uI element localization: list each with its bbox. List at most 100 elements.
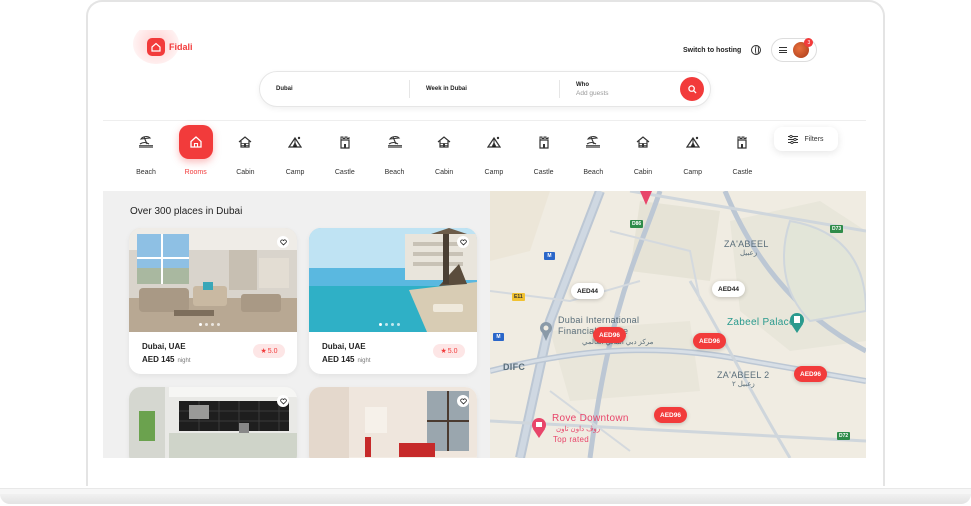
home-icon [178, 125, 213, 159]
heart-icon [459, 398, 467, 404]
listing-rating: ★ 5.0 [433, 344, 465, 358]
metro-icon: M [544, 252, 555, 260]
listing-card[interactable] [129, 387, 297, 458]
results-panel: Over 300 places in Dubai Dubai, UAE AED … [103, 191, 490, 458]
header-actions: Switch to hosting 3 [683, 38, 818, 62]
results-title: Over 300 places in Dubai [130, 206, 243, 217]
price-pin[interactable]: AED44 [571, 283, 604, 299]
category-label: Cabin [236, 169, 255, 176]
road-tag-d72: D72 [837, 432, 851, 440]
listing-photo-kitchen[interactable] [129, 387, 297, 458]
favorite-button[interactable] [277, 236, 289, 248]
heart-icon [279, 239, 287, 245]
map-view[interactable]: D86 D73 E11 D72 M M Dubai International … [490, 191, 866, 458]
heart-icon [279, 398, 287, 404]
price-pin[interactable]: AED96 [794, 366, 827, 382]
castle-icon [527, 125, 561, 159]
category-label: Beach [384, 169, 405, 176]
listing-card[interactable]: Dubai, UAE AED 145 night ★ 5.0 [129, 228, 297, 374]
location-field[interactable]: Dubai [260, 80, 410, 98]
logo[interactable]: Fidali [147, 38, 193, 56]
price-pin[interactable]: AED96 [693, 333, 726, 349]
map-label-zaabeel-2: ZA'ABEEL 2 [717, 370, 770, 380]
category-label: Cabin [633, 169, 653, 176]
dates-field[interactable]: Week in Dubai [410, 80, 560, 98]
hamburger-icon [779, 47, 788, 53]
search-icon [687, 84, 697, 94]
category-rooms[interactable]: Rooms [171, 121, 221, 181]
category-label: Castle [732, 169, 753, 176]
listing-photo-pool[interactable] [309, 228, 477, 332]
category-label: Castle [533, 169, 554, 176]
castle-icon [725, 125, 759, 159]
listing-rating: ★ 5.0 [253, 344, 285, 358]
listing-info: Dubai, UAE AED 145 night ★ 5.0 [309, 332, 477, 374]
category-label: Castle [334, 169, 355, 176]
guests-placeholder: Add guests [576, 89, 609, 97]
globe-icon[interactable] [751, 45, 762, 55]
beach-icon [378, 125, 412, 159]
app-screen: Fidali Switch to hosting 3 Dubai Week in… [103, 30, 866, 458]
category-label: Rooms [184, 169, 207, 176]
road-tag-d73: D73 [830, 225, 844, 233]
camp-icon [278, 125, 312, 159]
guests-field[interactable]: Who Add guests [560, 72, 680, 106]
cabin-icon [626, 125, 660, 159]
cabin-icon [427, 125, 461, 159]
category-beach[interactable]: Beach [121, 121, 171, 181]
map-label-zaabeel: ZA'ABEEL [724, 239, 769, 249]
listing-card[interactable]: Dubai, UAE AED 145 night ★ 5.0 [309, 228, 477, 374]
camp-icon [676, 125, 710, 159]
favorite-button[interactable] [277, 395, 289, 407]
category-bar: Beach Rooms Cabin Camp Castle Beach Cabin Camp C… [103, 120, 866, 190]
map-label-top-rated: Top rated [553, 435, 590, 444]
category-camp[interactable]: Camp [270, 121, 320, 181]
metro-icon: M [493, 333, 504, 341]
map-label-zabeel-palace: Zabeel Palace [727, 317, 795, 328]
search-button[interactable] [680, 77, 704, 101]
category-castle[interactable]: Castle [320, 121, 370, 181]
camp-icon [477, 125, 511, 159]
beach-icon [129, 125, 163, 159]
home-logo-icon [147, 38, 165, 56]
favorite-button[interactable] [457, 236, 469, 248]
castle-icon [328, 125, 362, 159]
road-tag-d86: D86 [630, 220, 644, 228]
category-camp[interactable]: Camp [668, 121, 718, 181]
price-pin[interactable]: AED44 [712, 281, 745, 297]
price-pin[interactable]: AED96 [654, 407, 687, 423]
map-label-difc: DIFC [503, 362, 526, 372]
favorite-button[interactable] [457, 395, 469, 407]
map-label-rove-downtown: Rove Downtown [552, 413, 629, 424]
category-castle[interactable]: Castle [519, 121, 569, 181]
photo-carousel-dots[interactable] [379, 323, 400, 326]
star-icon: ★ [260, 348, 267, 355]
category-camp[interactable]: Camp [469, 121, 519, 181]
map-label-zaabeel-2-ar: زعبيل ٢ [732, 381, 755, 388]
road-tag-e11: E11 [512, 293, 525, 301]
category-beach[interactable]: Beach [370, 121, 420, 181]
switch-to-hosting-link[interactable]: Switch to hosting [683, 47, 741, 54]
sliders-icon [788, 134, 799, 144]
category-castle[interactable]: Castle [717, 121, 767, 181]
heart-icon [459, 239, 467, 245]
category-beach[interactable]: Beach [568, 121, 618, 181]
logo-text: Fidali [169, 42, 193, 52]
cabin-icon [228, 125, 262, 159]
photo-carousel-dots[interactable] [199, 323, 220, 326]
listing-photo-living-room[interactable] [129, 228, 297, 332]
category-cabin[interactable]: Cabin [419, 121, 469, 181]
user-menu-button[interactable]: 3 [771, 38, 818, 62]
category-cabin[interactable]: Cabin [220, 121, 270, 181]
listing-photo-bedroom[interactable] [309, 387, 477, 458]
listing-info: Dubai, UAE AED 145 night ★ 5.0 [129, 332, 297, 374]
map-label-zaabeel-ar: زعبيل [740, 250, 758, 257]
price-pin[interactable]: AED96 [593, 327, 626, 343]
notification-badge: 3 [804, 38, 814, 47]
category-cabin[interactable]: Cabin [618, 121, 668, 181]
map-label-rove-downtown-ar: روڤ داون تاون [556, 426, 601, 433]
laptop-base [0, 482, 971, 506]
filters-button[interactable]: Filters [774, 127, 838, 151]
listing-card[interactable] [309, 387, 477, 458]
filters-label: Filters [804, 135, 824, 143]
